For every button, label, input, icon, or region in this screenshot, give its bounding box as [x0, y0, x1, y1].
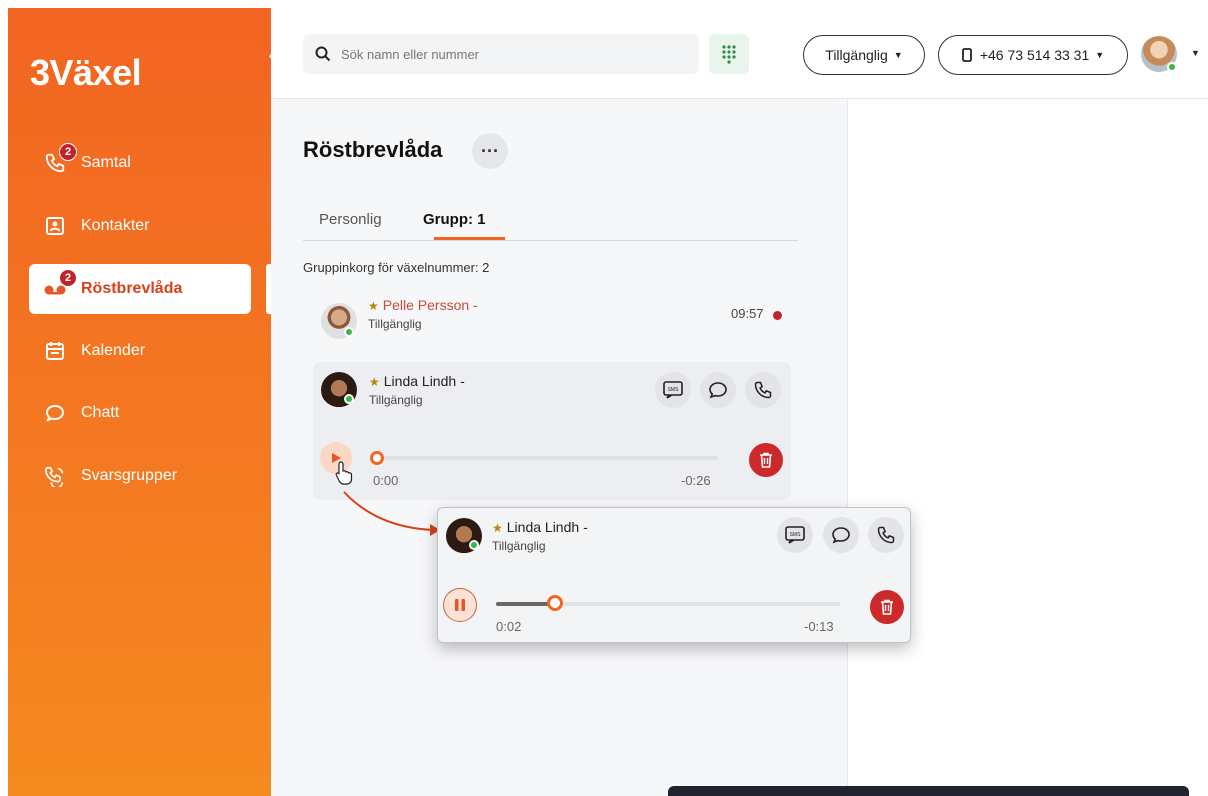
sidebar-item-samtal[interactable]: 2 Samtal [29, 138, 251, 188]
active-tab-indicator [434, 237, 505, 240]
phone-number-dropdown[interactable]: +46 73 514 33 31 ▼ [938, 35, 1128, 75]
search-icon [315, 46, 331, 62]
svg-text:SMS: SMS [668, 387, 680, 393]
samtal-badge: 2 [59, 143, 77, 161]
unread-dot [773, 311, 782, 320]
search-input[interactable] [341, 46, 681, 62]
delete-button[interactable] [870, 590, 904, 624]
pause-icon [455, 599, 465, 611]
group-inbox-label: Gruppinkorg för växelnummer: 2 [303, 260, 490, 275]
caret-down-icon: ▼ [893, 50, 903, 60]
trash-icon [881, 599, 893, 615]
mobile-phone-icon [961, 48, 972, 62]
notification-bar [668, 786, 1189, 796]
voicemail-player-zoom: ★ Linda Lindh - Tillgänglig SMS 0:02 -0:1… [437, 507, 911, 643]
sidebar-item-label: Röstbrevlåda [81, 280, 183, 297]
remaining-time: -0:26 [681, 473, 711, 488]
caller-name: ★ Linda Lindh - [492, 519, 588, 535]
ellipsis-icon: ··· [481, 140, 499, 161]
elapsed-time: 0:02 [496, 619, 522, 634]
phone-icon: 2 [43, 143, 77, 175]
chat-button[interactable] [823, 517, 859, 553]
sidebar-item-label: Kalender [81, 342, 146, 359]
call-button[interactable] [745, 372, 781, 408]
caller-status: Tillgänglig [369, 393, 423, 407]
online-status-dot [344, 327, 354, 337]
caller-status: Tillgänglig [492, 539, 546, 553]
voicemail-icon: 2 [43, 269, 77, 301]
sidebar-item-svarsgrupper[interactable]: Svarsgrupper [29, 451, 251, 501]
elapsed-time: 0:00 [373, 473, 399, 488]
sidebar-item-label: Kontakter [81, 217, 150, 234]
online-status-dot [344, 394, 354, 404]
sms-button[interactable]: SMS [655, 372, 691, 408]
sidebar: 3Växel 2 Samtal Kontakter 2 Röstbrevlåda [8, 8, 271, 796]
page-title: Röstbrevlåda [303, 137, 443, 162]
voicemail-player-card: ★ Linda Lindh - Tillgänglig SMS 0:00 -0:2… [313, 362, 791, 500]
online-status-dot [469, 540, 479, 550]
caller-name: ★ Pelle Persson - [368, 297, 478, 313]
sidebar-item-rostbrevlada[interactable]: 2 Röstbrevlåda [29, 264, 251, 314]
sidebar-item-label: Svarsgrupper [81, 467, 178, 484]
caret-down-icon: ▼ [1095, 50, 1105, 60]
phone-icon [754, 381, 772, 399]
tab-grupp[interactable]: Grupp: 1 [423, 211, 486, 228]
status-label: Tillgänglig [825, 47, 888, 63]
caller-name: ★ Linda Lindh - [369, 373, 465, 389]
call-button[interactable] [868, 517, 904, 553]
sidebar-item-label: Chatt [81, 404, 120, 421]
svg-text:SMS: SMS [790, 532, 802, 538]
progress-knob[interactable] [370, 451, 384, 465]
star-icon: ★ [368, 299, 379, 313]
voicemail-item[interactable]: ★ Pelle Persson - Tillgänglig 09:57 [303, 289, 798, 349]
dialpad-icon [722, 45, 736, 64]
detail-panel [847, 99, 1208, 796]
caller-status: Tillgänglig [368, 317, 422, 331]
progress-fill [496, 602, 552, 606]
status-dropdown[interactable]: Tillgänglig ▼ [803, 35, 925, 75]
topbar: Tillgänglig ▼ +46 73 514 33 31 ▼ ▼ [271, 8, 1208, 99]
chat-bubble-icon [43, 401, 67, 425]
phone-icon [877, 526, 895, 544]
rostbrevlada-badge: 2 [59, 269, 77, 287]
sidebar-item-kontakter[interactable]: Kontakter [29, 201, 251, 251]
search-box[interactable] [303, 34, 699, 74]
progress-knob[interactable] [547, 595, 564, 611]
calendar-icon [43, 339, 67, 363]
pause-button[interactable] [443, 588, 477, 622]
chat-bubble-icon [832, 527, 850, 544]
app-window: 3Växel 2 Samtal Kontakter 2 Röstbrevlåda [8, 8, 1208, 796]
sms-icon: SMS [785, 526, 805, 544]
remaining-time: -0:13 [804, 619, 834, 634]
sidebar-item-kalender[interactable]: Kalender [29, 326, 251, 376]
sms-icon: SMS [663, 381, 683, 399]
chat-bubble-icon [709, 382, 727, 399]
app-logo: 3Växel [30, 52, 142, 93]
voicemail-time: 09:57 [731, 306, 764, 321]
trash-icon [760, 452, 772, 468]
tabs: Personlig Grupp: 1 [303, 199, 798, 241]
online-status-dot [1167, 62, 1177, 72]
more-options-button[interactable]: ··· [472, 133, 508, 169]
hand-cursor-icon [335, 461, 353, 485]
user-menu-caret-icon[interactable]: ▼ [1191, 48, 1200, 58]
tab-personlig[interactable]: Personlig [319, 211, 382, 228]
group-phone-icon [43, 464, 67, 488]
sms-button[interactable]: SMS [777, 517, 813, 553]
star-icon: ★ [369, 375, 380, 389]
delete-button[interactable] [749, 443, 783, 477]
phone-number-label: +46 73 514 33 31 [979, 47, 1090, 63]
contact-card-icon [43, 214, 67, 238]
sidebar-item-chatt[interactable]: Chatt [29, 388, 251, 438]
star-icon: ★ [492, 521, 503, 535]
chat-button[interactable] [700, 372, 736, 408]
sidebar-item-label: Samtal [81, 154, 131, 171]
progress-track[interactable] [373, 456, 718, 460]
callout-arrow-icon [343, 491, 440, 536]
dialpad-button[interactable] [709, 34, 749, 74]
